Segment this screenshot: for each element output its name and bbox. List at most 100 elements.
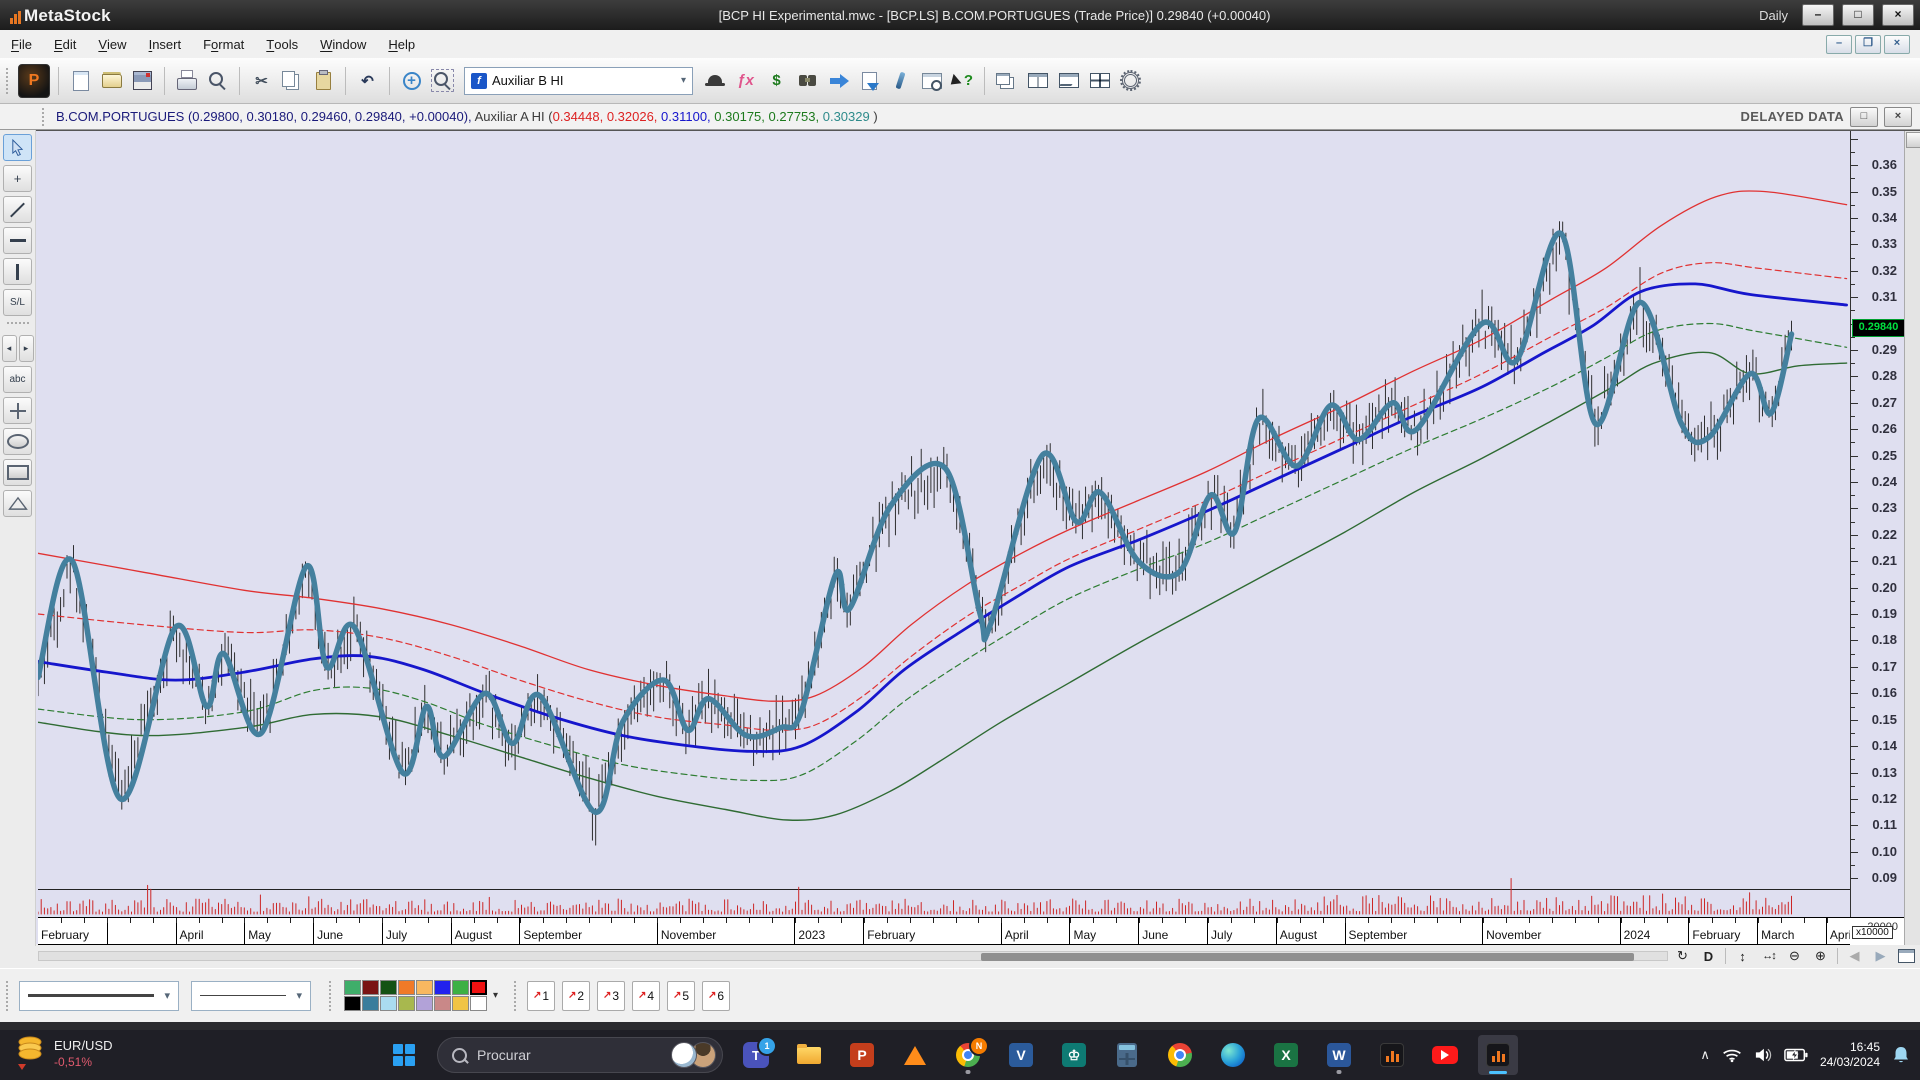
cascade-windows-icon[interactable] [993, 67, 1020, 94]
menu-format[interactable]: Format [192, 30, 255, 58]
crosshair-tool-icon[interactable]: + [398, 67, 425, 94]
ellipse-tool[interactable] [3, 428, 32, 455]
line-style-dropdown[interactable]: ▾ [19, 981, 179, 1011]
zoom-in-button[interactable]: ⊕ [1809, 947, 1832, 965]
price-chart[interactable] [38, 131, 1850, 917]
crosshair-pointer-tool[interactable]: + [3, 165, 32, 192]
wifi-icon[interactable] [1722, 1047, 1742, 1063]
semilog-trendline-tool[interactable]: S/L [3, 289, 32, 316]
child-restore-button[interactable]: ❐ [1855, 35, 1881, 54]
highlighter-icon[interactable] [887, 67, 914, 94]
periodicity-daily-button[interactable]: D [1697, 947, 1720, 965]
color-swatch[interactable] [380, 980, 397, 995]
trendline-preset-1-button[interactable]: ↗1 [527, 981, 555, 1011]
trendline-preset-2-button[interactable]: ↗2 [562, 981, 590, 1011]
menu-help[interactable]: Help [377, 30, 426, 58]
chart-layout-icon[interactable] [1055, 67, 1082, 94]
context-help-icon[interactable]: ? [949, 67, 976, 94]
cut-icon[interactable]: ✂ [248, 67, 275, 94]
zoom-icon[interactable] [204, 67, 231, 94]
chart-close-button[interactable]: × [1884, 107, 1912, 127]
data-window-button[interactable] [1895, 947, 1918, 965]
color-swatch[interactable] [344, 996, 361, 1011]
menu-file[interactable]: File [0, 30, 43, 58]
palette-dropdown-icon[interactable]: ▾ [493, 990, 498, 1001]
file-explorer-button[interactable] [789, 1035, 829, 1075]
tray-chevron-icon[interactable]: ∧ [1700, 1047, 1710, 1063]
scrollbar-thumb[interactable] [981, 953, 1634, 961]
print-icon[interactable] [173, 67, 200, 94]
indicator-builder-icon[interactable]: ƒx [732, 67, 759, 94]
color-swatch[interactable] [362, 980, 379, 995]
system-tester-icon[interactable]: $ [763, 67, 790, 94]
chart-wizard-icon[interactable] [918, 67, 945, 94]
chrome-button[interactable] [1160, 1035, 1200, 1075]
market-widget[interactable]: EUR/USD -0,51% [14, 1034, 113, 1072]
notification-bell-icon[interactable] [1892, 1045, 1910, 1065]
expert-advisor-icon[interactable] [701, 67, 728, 94]
color-swatch[interactable] [398, 996, 415, 1011]
color-swatch[interactable] [434, 996, 451, 1011]
metastock-active-button[interactable] [1478, 1035, 1518, 1075]
zoom-vertical-button[interactable]: ↕ [1731, 947, 1754, 965]
teams-button[interactable]: T 1 [736, 1035, 776, 1075]
text-tool[interactable]: abc [3, 366, 32, 393]
chess-button[interactable]: ♔ [1054, 1035, 1094, 1075]
grid-tool[interactable] [3, 397, 32, 424]
excel-button[interactable]: X [1266, 1035, 1306, 1075]
menu-tools[interactable]: Tools [255, 30, 309, 58]
trendline-preset-4-button[interactable]: ↗4 [632, 981, 660, 1011]
two-pane-layout-icon[interactable] [1024, 67, 1051, 94]
color-swatch[interactable] [470, 980, 487, 995]
trendline-preset-6-button[interactable]: ↗6 [702, 981, 730, 1011]
battery-icon[interactable] [1784, 1048, 1808, 1062]
color-swatch[interactable] [380, 996, 397, 1011]
color-swatch[interactable] [434, 980, 451, 995]
menu-insert[interactable]: Insert [138, 30, 193, 58]
copy-icon[interactable] [279, 67, 306, 94]
menu-window[interactable]: Window [309, 30, 377, 58]
taskbar-search[interactable]: Procurar [437, 1037, 723, 1073]
scroll-right-button[interactable]: ▶ [1869, 947, 1892, 965]
color-swatch[interactable] [416, 996, 433, 1011]
menu-edit[interactable]: Edit [43, 30, 87, 58]
pointer-tool[interactable] [3, 134, 32, 161]
calculator-button[interactable] [1107, 1035, 1147, 1075]
power-console-button[interactable]: P [18, 64, 50, 98]
color-swatch[interactable] [452, 980, 469, 995]
options-gear-icon[interactable] [1117, 67, 1144, 94]
zoom-area-icon[interactable] [429, 67, 456, 94]
close-button[interactable]: × [1882, 4, 1914, 26]
visio-button[interactable]: V [1001, 1035, 1041, 1075]
new-chart-icon[interactable] [67, 67, 94, 94]
clock[interactable]: 16:45 24/03/2024 [1820, 1040, 1880, 1070]
indicator-dropdown[interactable]: fAuxiliar B HI▾ [464, 67, 693, 95]
edge-button[interactable] [1213, 1035, 1253, 1075]
color-swatch[interactable] [398, 980, 415, 995]
powerpoint-button[interactable]: P [842, 1035, 882, 1075]
vertical-scrollbar[interactable] [1904, 131, 1920, 945]
paste-icon[interactable] [310, 67, 337, 94]
trendline-preset-3-button[interactable]: ↗3 [597, 981, 625, 1011]
chrome-profile-button[interactable]: N [948, 1035, 988, 1075]
youtube-button[interactable] [1425, 1035, 1465, 1075]
save-icon[interactable] [129, 67, 156, 94]
volume-icon[interactable] [1754, 1047, 1772, 1063]
word-button[interactable]: W [1319, 1035, 1359, 1075]
downloader-icon[interactable] [856, 67, 883, 94]
scroll-right-tool[interactable]: ▸ [19, 335, 34, 362]
line-weight-dropdown[interactable]: ▾ [191, 981, 311, 1011]
color-swatch[interactable] [416, 980, 433, 995]
move-chart-button[interactable]: ↔↕ [1757, 947, 1780, 965]
undo-icon[interactable]: ↶ [354, 67, 381, 94]
chart-restore-button[interactable]: □ [1850, 107, 1878, 127]
minimize-button[interactable]: – [1802, 4, 1834, 26]
trendline-tool[interactable] [3, 196, 32, 223]
start-button[interactable] [384, 1035, 424, 1075]
child-close-button[interactable]: × [1884, 35, 1910, 54]
chart-area[interactable]: 0.360.350.340.330.320.310.290.280.270.26… [36, 130, 1920, 944]
vlc-button[interactable] [895, 1035, 935, 1075]
triangle-tool[interactable] [3, 490, 32, 517]
zoom-out-button[interactable]: ⊖ [1783, 947, 1806, 965]
search-highlights[interactable] [671, 1042, 716, 1068]
